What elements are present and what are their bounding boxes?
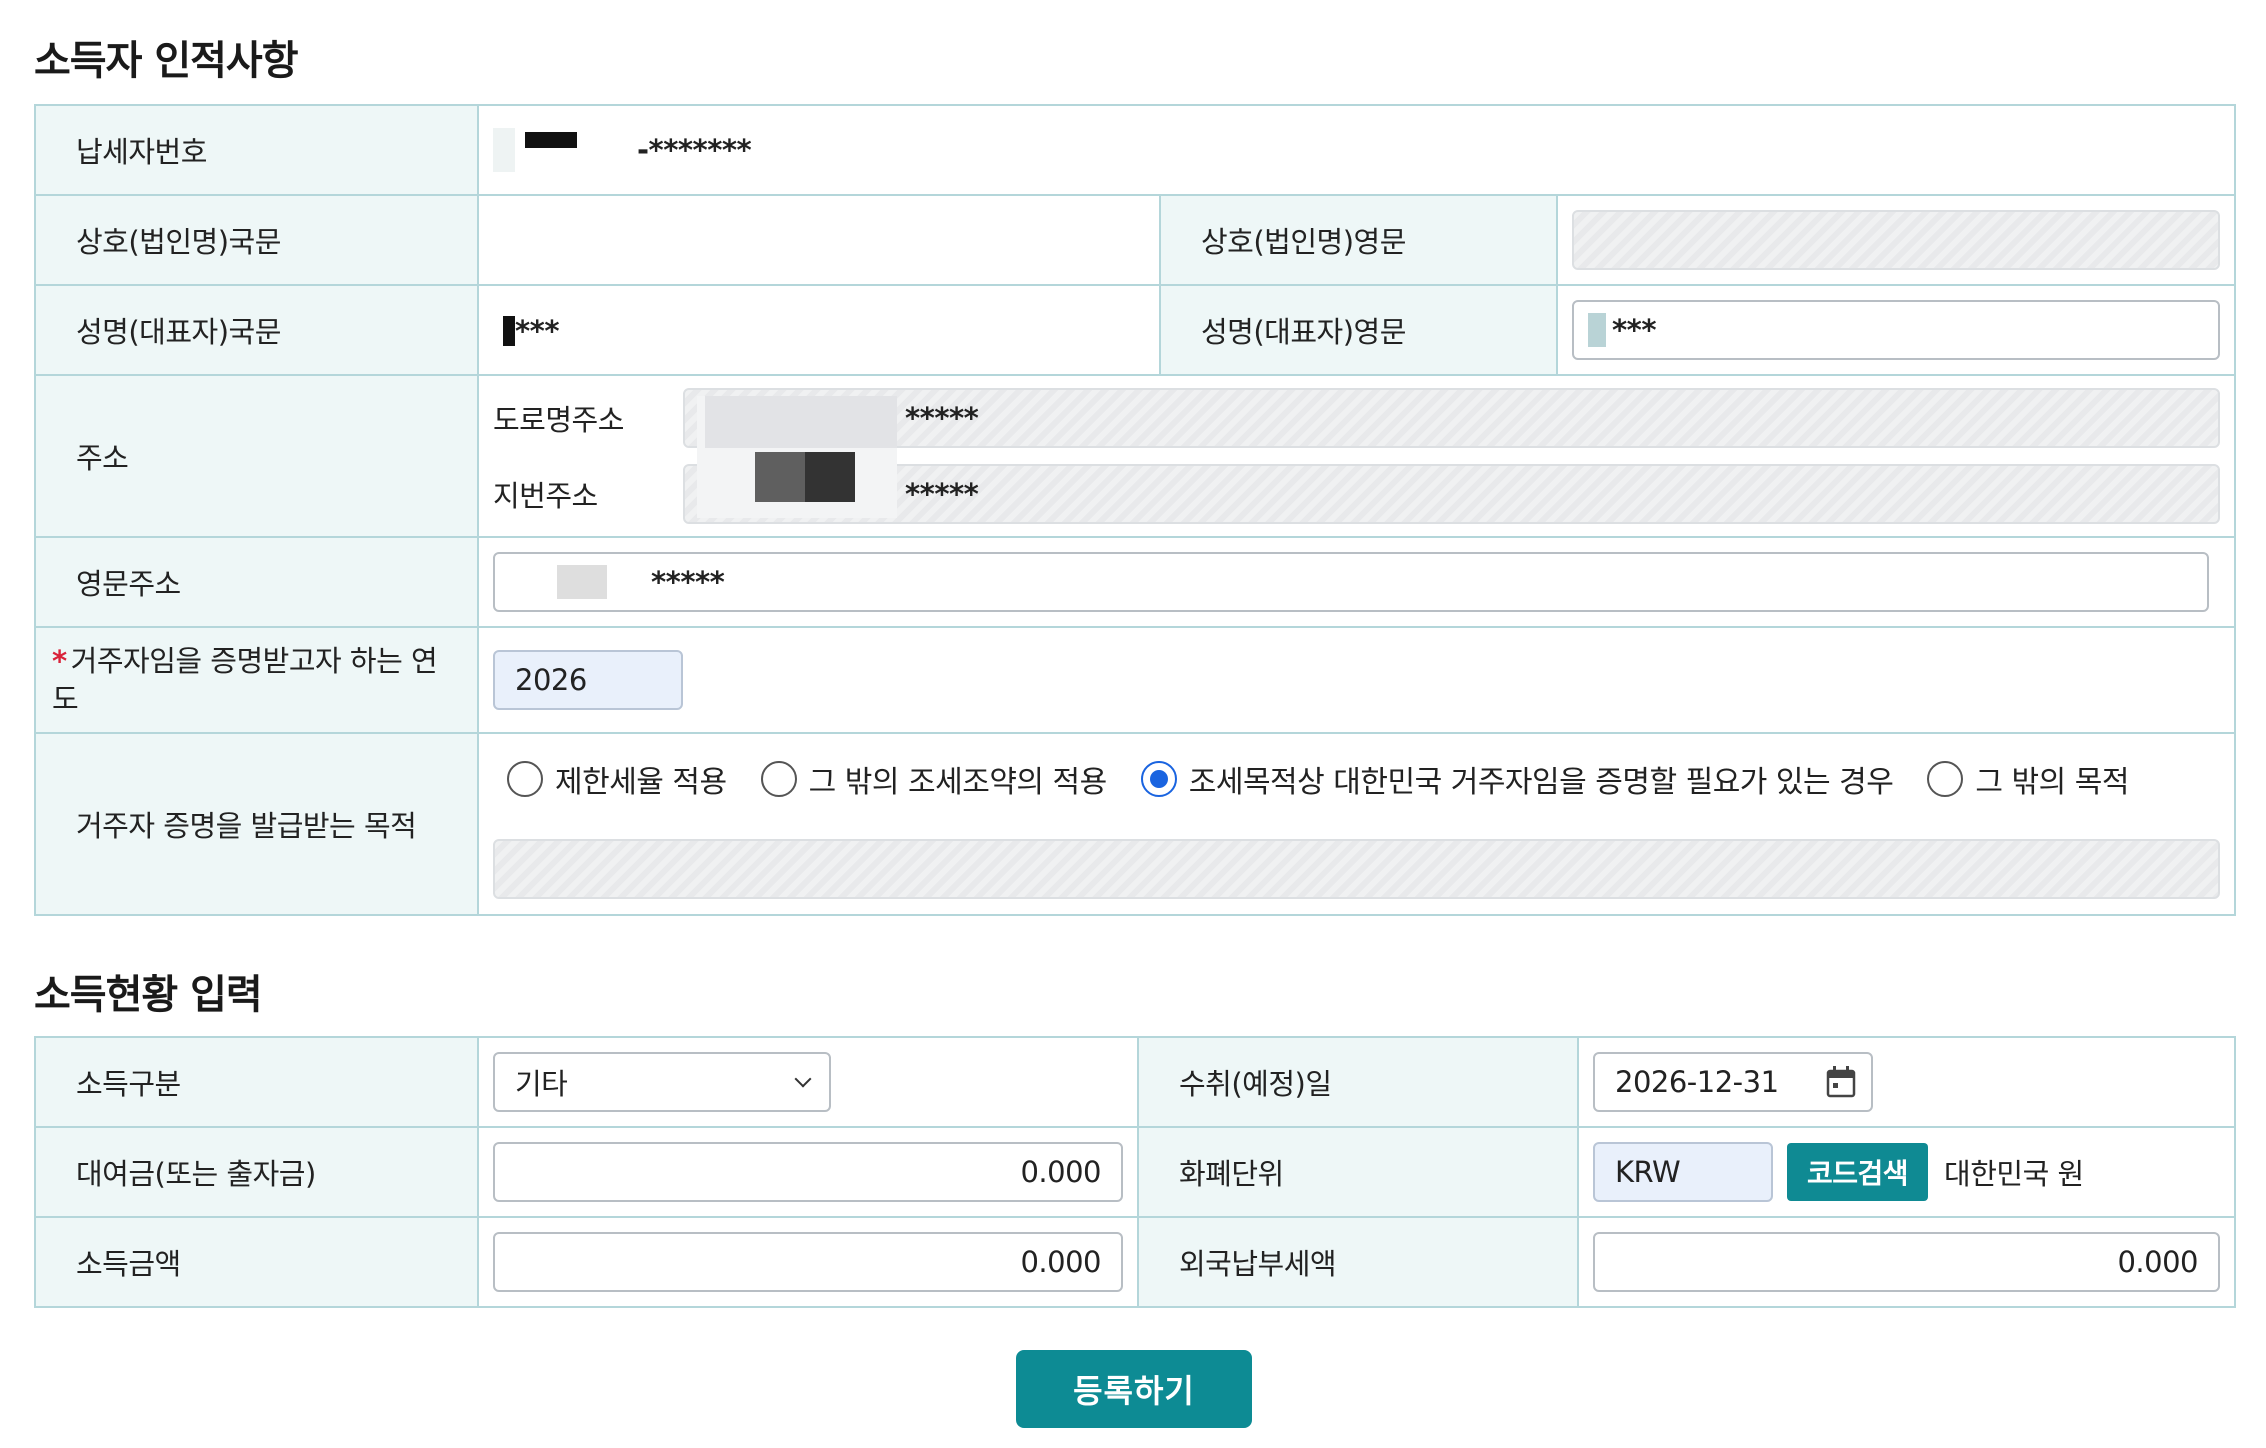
redacted-block (525, 132, 577, 148)
radio-button[interactable] (1927, 761, 1964, 797)
year-label-cell: * 거주자임을 증명받고자 하는 연도 (34, 626, 479, 734)
currency-name: 대한민국 원 (1944, 1157, 2084, 1191)
rep-kr-label: 성명(대표자)국문 (34, 284, 479, 376)
name-en-input (1572, 210, 2221, 270)
calendar-icon[interactable] (1825, 1065, 1857, 1099)
redacted-block (493, 128, 515, 172)
date-input[interactable]: 2026-12-31 (1593, 1052, 1873, 1112)
code-search-button[interactable]: 코드검색 (1787, 1143, 1929, 1201)
foreign-tax-input[interactable]: 0.000 (1593, 1232, 2220, 1292)
purpose-radio-group: 제한세율 적용 그 밖의 조세조약의 적용 조세목적상 대한민국 거주자임을 증… (493, 749, 2220, 809)
rep-en-value: *** (1612, 313, 1657, 347)
rep-kr-value: *** (515, 314, 560, 348)
company-name-row: 상호(법인명)국문 상호(법인명)영문 (34, 194, 2237, 286)
redacted-block (557, 565, 607, 599)
rep-en-input[interactable]: *** (1572, 300, 2221, 360)
income-row-1: 소득구분 기타 수취(예정)일 2026-12-31 (34, 1036, 2236, 1128)
personal-section-title: 소득자 인적사항 (34, 38, 299, 84)
category-select[interactable]: 기타 (493, 1052, 831, 1112)
address-cell: 도로명주소 ***** 지번주소 ***** (476, 374, 2237, 538)
year-input[interactable]: 2026 (493, 650, 683, 710)
road-address-label: 도로명주소 (493, 403, 624, 437)
submit-button[interactable]: 등록하기 (1016, 1350, 1252, 1428)
income-row-3: 소득금액 0.000 외국납부세액 0.000 (34, 1216, 2236, 1308)
rep-name-row: 성명(대표자)국문 *** 성명(대표자)영문 *** (34, 284, 2237, 376)
currency-input[interactable]: KRW (1593, 1142, 1773, 1202)
address-row: 주소 도로명주소 ***** 지번주소 ***** (34, 374, 2237, 538)
foreign-tax-label: 외국납부세액 (1137, 1216, 1579, 1308)
eng-address-input[interactable]: ***** (493, 552, 2209, 612)
purpose-label: 거주자 증명을 발급받는 목적 (34, 732, 479, 916)
radio-button-selected[interactable] (1140, 761, 1177, 797)
purpose-option-other[interactable]: 그 밖의 목적 (1927, 757, 2129, 801)
name-kr-value (477, 194, 1161, 286)
category-label: 소득구분 (34, 1036, 479, 1128)
purpose-option-label: 제한세율 적용 (555, 765, 727, 800)
purpose-option-label: 그 밖의 목적 (1975, 765, 2129, 800)
tin-row: 납세자번호 -******* (34, 104, 2237, 196)
redacted-block (1588, 313, 1606, 347)
purpose-other-input (493, 839, 2221, 899)
name-en-label: 상호(법인명)영문 (1159, 194, 1558, 286)
lot-address-input: ***** (683, 464, 2221, 524)
tin-label: 납세자번호 (34, 104, 479, 196)
tin-cell: -******* (476, 104, 2237, 196)
date-value: 2026-12-31 (1615, 1065, 1779, 1099)
chevron-down-icon (794, 1070, 812, 1088)
personal-info-table: 납세자번호 -******* 상호(법인명)국문 상호(법인명)영문 성명(대표… (34, 104, 2237, 916)
eng-address-value: ***** (651, 565, 725, 599)
income-amount-input[interactable]: 0.000 (493, 1232, 1123, 1292)
required-mark: * (52, 644, 67, 678)
income-section-title: 소득현황 입력 (34, 972, 263, 1018)
rep-en-label: 성명(대표자)영문 (1159, 284, 1558, 376)
loan-input[interactable]: 0.000 (493, 1142, 1123, 1202)
eng-address-label: 영문주소 (34, 536, 479, 628)
category-value: 기타 (515, 1067, 568, 1101)
year-row: * 거주자임을 증명받고자 하는 연도 2026 (34, 626, 2237, 734)
purpose-option-label: 그 밖의 조세조약의 적용 (808, 765, 1108, 800)
redacted-block (503, 316, 515, 346)
eng-address-row: 영문주소 ***** (34, 536, 2237, 628)
year-label: 거주자임을 증명받고자 하는 연도 (52, 644, 438, 716)
radio-button[interactable] (760, 761, 797, 797)
purpose-row: 거주자 증명을 발급받는 목적 제한세율 적용 그 밖의 조세조약의 적용 조세… (34, 732, 2237, 916)
currency-group: KRW 코드검색 대한민국 원 (1593, 1142, 2220, 1202)
currency-label: 화폐단위 (1137, 1126, 1579, 1218)
radio-button[interactable] (507, 761, 543, 797)
purpose-option-label: 조세목적상 대한민국 거주자임을 증명할 필요가 있는 경우 (1188, 765, 1894, 800)
purpose-option-prove-residency[interactable]: 조세목적상 대한민국 거주자임을 증명할 필요가 있는 경우 (1140, 757, 1894, 801)
income-amount-label: 소득금액 (34, 1216, 479, 1308)
road-address-input: ***** (683, 388, 2221, 448)
address-label: 주소 (34, 374, 479, 538)
loan-label: 대여금(또는 출자금) (34, 1126, 479, 1218)
tin-value: -******* (637, 133, 752, 167)
name-kr-label: 상호(법인명)국문 (34, 194, 479, 286)
rep-kr-cell: *** (477, 284, 1161, 376)
date-label: 수취(예정)일 (1137, 1036, 1579, 1128)
purpose-option-limit-rate[interactable]: 제한세율 적용 (507, 757, 727, 801)
redacted-block (697, 396, 897, 518)
income-table: 소득구분 기타 수취(예정)일 2026-12-31 대여금(또는 출자금) 0… (34, 1036, 2236, 1308)
income-row-2: 대여금(또는 출자금) 0.000 화폐단위 KRW 코드검색 대한민국 원 (34, 1126, 2236, 1218)
purpose-option-other-treaty[interactable]: 그 밖의 조세조약의 적용 (760, 757, 1108, 801)
lot-address-label: 지번주소 (493, 479, 598, 513)
